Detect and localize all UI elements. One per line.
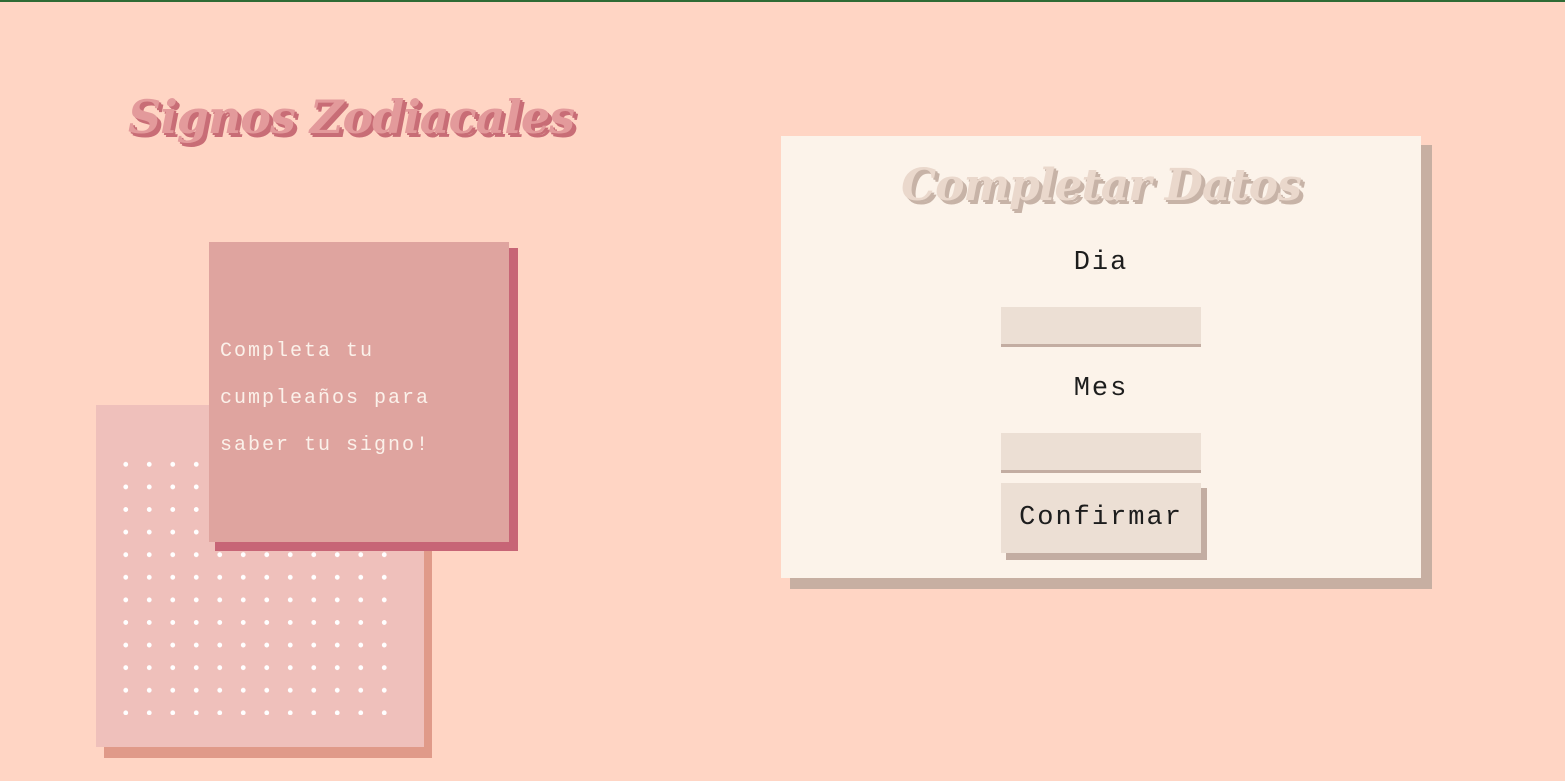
intro-message: Completa tu cumpleaños para saber tu sig… [220, 340, 431, 457]
birthday-form: Completar Datos Dia Mes Confirmar [781, 136, 1421, 578]
intro-card: Completa tu cumpleaños para saber tu sig… [209, 242, 509, 542]
day-input[interactable] [1001, 307, 1201, 347]
page-title: Signos Zodiacales [128, 90, 575, 144]
day-label: Dia [1073, 248, 1129, 278]
form-title: Completar Datos [901, 160, 1302, 211]
month-label: Mes [1073, 374, 1129, 404]
month-input[interactable] [1001, 433, 1201, 473]
confirm-button[interactable]: Confirmar [1001, 483, 1201, 553]
